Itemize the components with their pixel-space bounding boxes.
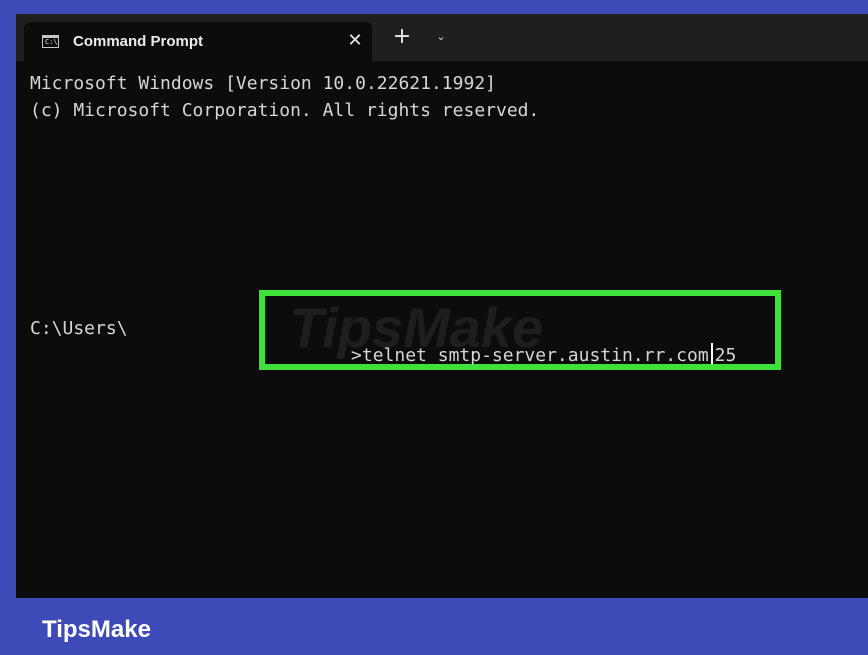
command-port: 25	[714, 345, 737, 366]
close-icon[interactable]: ✕	[342, 28, 368, 54]
tab-title: Command Prompt	[73, 33, 204, 50]
tab-command-prompt[interactable]: C:\ Command Prompt ✕	[24, 22, 372, 61]
text-cursor	[710, 343, 713, 364]
command-text: >telnet smtp-server.austin.rr.com	[351, 345, 709, 366]
command-prompt-icon: C:\	[42, 35, 59, 48]
terminal-output[interactable]: Microsoft Windows [Version 10.0.22621.19…	[16, 61, 868, 598]
command-input-line[interactable]: >telnet smtp-server.austin.rr.com 25	[286, 315, 736, 396]
chevron-down-icon[interactable]: ⌄	[429, 23, 453, 51]
new-tab-button[interactable]: +	[388, 23, 416, 51]
version-line: Microsoft Windows [Version 10.0.22621.19…	[30, 73, 496, 94]
tab-bar: C:\ Command Prompt ✕ + ⌄	[16, 14, 868, 61]
command-prompt-window: C:\ Command Prompt ✕ + ⌄ Microsoft Windo…	[16, 14, 868, 598]
copyright-line: (c) Microsoft Corporation. All rights re…	[30, 100, 540, 121]
footer-brand-logo: TipsMake	[42, 616, 151, 643]
command-prompt-icon-text: C:\	[45, 38, 58, 46]
prompt-path: C:\Users\	[30, 318, 128, 339]
